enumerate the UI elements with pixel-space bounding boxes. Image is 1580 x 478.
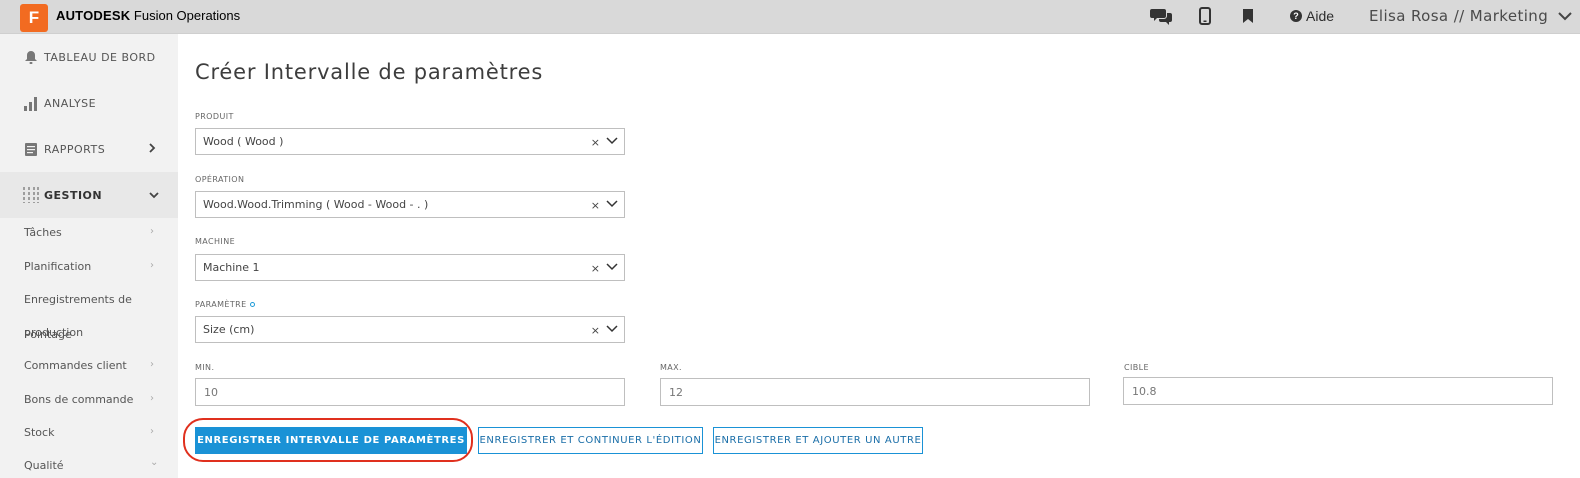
parametre-select[interactable]: Size (cm) × xyxy=(195,316,625,343)
machine-select[interactable]: Machine 1 × xyxy=(195,254,625,281)
sidebar: TABLEAU DE BORD ANALYSE RAPPORTS GESTION… xyxy=(0,34,178,478)
sliders-icon xyxy=(22,186,40,204)
cible-value: 10.8 xyxy=(1132,384,1157,398)
min-label: MIN. xyxy=(195,363,215,372)
chevron-right-icon: › xyxy=(150,393,154,404)
nav-label: ANALYSE xyxy=(44,96,97,110)
fusion-logo[interactable]: F xyxy=(20,4,48,32)
chevron-down-icon[interactable] xyxy=(605,134,619,148)
report-icon xyxy=(22,140,40,158)
nav-label: RAPPORTS xyxy=(44,142,106,156)
sidebar-item-bons-de-commande[interactable]: Bons de commande xyxy=(24,393,133,406)
save-add-another-button[interactable]: ENREGISTRER ET AJOUTER UN AUTRE xyxy=(713,427,923,454)
cible-label: CIBLE xyxy=(1124,363,1149,372)
logo-letter: F xyxy=(28,8,40,27)
mobile-icon[interactable] xyxy=(1194,7,1216,25)
chevron-down-icon: ⌄ xyxy=(150,457,159,468)
parametre-value: Size (cm) xyxy=(203,323,255,336)
top-bar: F AUTODESK Fusion Operations ? Aide Elis… xyxy=(0,0,1580,34)
produit-value: Wood ( Wood ) xyxy=(203,135,284,148)
bar-chart-icon xyxy=(22,94,40,112)
sidebar-item-planification[interactable]: Planification xyxy=(24,260,91,273)
parametre-label-wrap: PARAMÈTRE xyxy=(195,300,255,309)
clear-icon[interactable]: × xyxy=(591,136,600,149)
min-value: 10 xyxy=(204,385,218,399)
chat-icon[interactable] xyxy=(1150,7,1172,25)
chevron-down-icon xyxy=(1558,7,1572,25)
page-title: Créer Intervalle de paramètres xyxy=(195,60,544,84)
user-menu[interactable]: Elisa Rosa // Marketing xyxy=(1369,7,1572,25)
sidebar-item-enregistrements[interactable]: Enregistrements de xyxy=(24,293,132,306)
nav-tableau-de-bord[interactable]: TABLEAU DE BORD xyxy=(0,34,178,80)
operation-value: Wood.Wood.Trimming ( Wood - Wood - . ) xyxy=(203,198,429,211)
nav-label: GESTION xyxy=(44,188,103,202)
sidebar-item-pointage[interactable]: Pointage xyxy=(24,328,72,341)
bell-icon xyxy=(22,48,40,66)
user-label: Elisa Rosa // Marketing xyxy=(1369,7,1549,25)
nav-rapports[interactable]: RAPPORTS xyxy=(0,126,178,172)
operation-select[interactable]: Wood.Wood.Trimming ( Wood - Wood - . ) × xyxy=(195,191,625,218)
cible-input[interactable]: 10.8 xyxy=(1123,377,1553,405)
clear-icon[interactable]: × xyxy=(591,324,600,337)
brand-bold: AUTODESK xyxy=(56,8,131,23)
required-dot-icon xyxy=(249,302,255,307)
max-label: MAX. xyxy=(660,363,682,372)
chevron-right-icon: › xyxy=(150,359,154,370)
sidebar-item-commandes-client[interactable]: Commandes client xyxy=(24,359,127,372)
machine-value: Machine 1 xyxy=(203,261,260,274)
nav-analyse[interactable]: ANALYSE xyxy=(0,80,178,126)
operation-label: OPÉRATION xyxy=(195,175,245,184)
chevron-right-icon: › xyxy=(150,260,154,271)
brand-name[interactable]: AUTODESK Fusion Operations xyxy=(56,8,240,23)
parametre-label: PARAMÈTRE xyxy=(195,300,247,309)
save-continue-button[interactable]: ENREGISTRER ET CONTINUER L'ÉDITION xyxy=(478,427,703,454)
produit-label: PRODUIT xyxy=(195,112,234,121)
chevron-down-icon[interactable] xyxy=(605,260,619,274)
chevron-down-icon[interactable] xyxy=(605,197,619,211)
bookmark-icon[interactable] xyxy=(1237,7,1259,25)
max-input[interactable]: 12 xyxy=(660,378,1090,406)
chevron-right-icon: › xyxy=(150,226,154,237)
clear-icon[interactable]: × xyxy=(591,199,600,212)
chevron-down-icon xyxy=(148,188,160,202)
chevron-right-icon xyxy=(148,142,156,157)
sidebar-item-stock[interactable]: Stock xyxy=(24,426,54,439)
highlight-annotation xyxy=(183,418,473,462)
clear-icon[interactable]: × xyxy=(591,262,600,275)
max-value: 12 xyxy=(669,385,683,399)
brand-rest: Fusion Operations xyxy=(130,8,241,23)
nav-gestion[interactable]: GESTION xyxy=(0,172,178,218)
sidebar-item-taches[interactable]: Tâches xyxy=(24,226,62,239)
nav-label: TABLEAU DE BORD xyxy=(44,50,156,64)
help-label: Aide xyxy=(1306,8,1335,24)
chevron-down-icon[interactable] xyxy=(605,322,619,336)
min-input[interactable]: 10 xyxy=(195,378,625,406)
help-link[interactable]: ? Aide xyxy=(1290,8,1334,24)
produit-select[interactable]: Wood ( Wood ) × xyxy=(195,128,625,155)
sidebar-item-qualite[interactable]: Qualité xyxy=(24,459,64,472)
help-icon: ? xyxy=(1290,10,1302,22)
chevron-right-icon: › xyxy=(150,426,154,437)
machine-label: MACHINE xyxy=(195,237,236,246)
